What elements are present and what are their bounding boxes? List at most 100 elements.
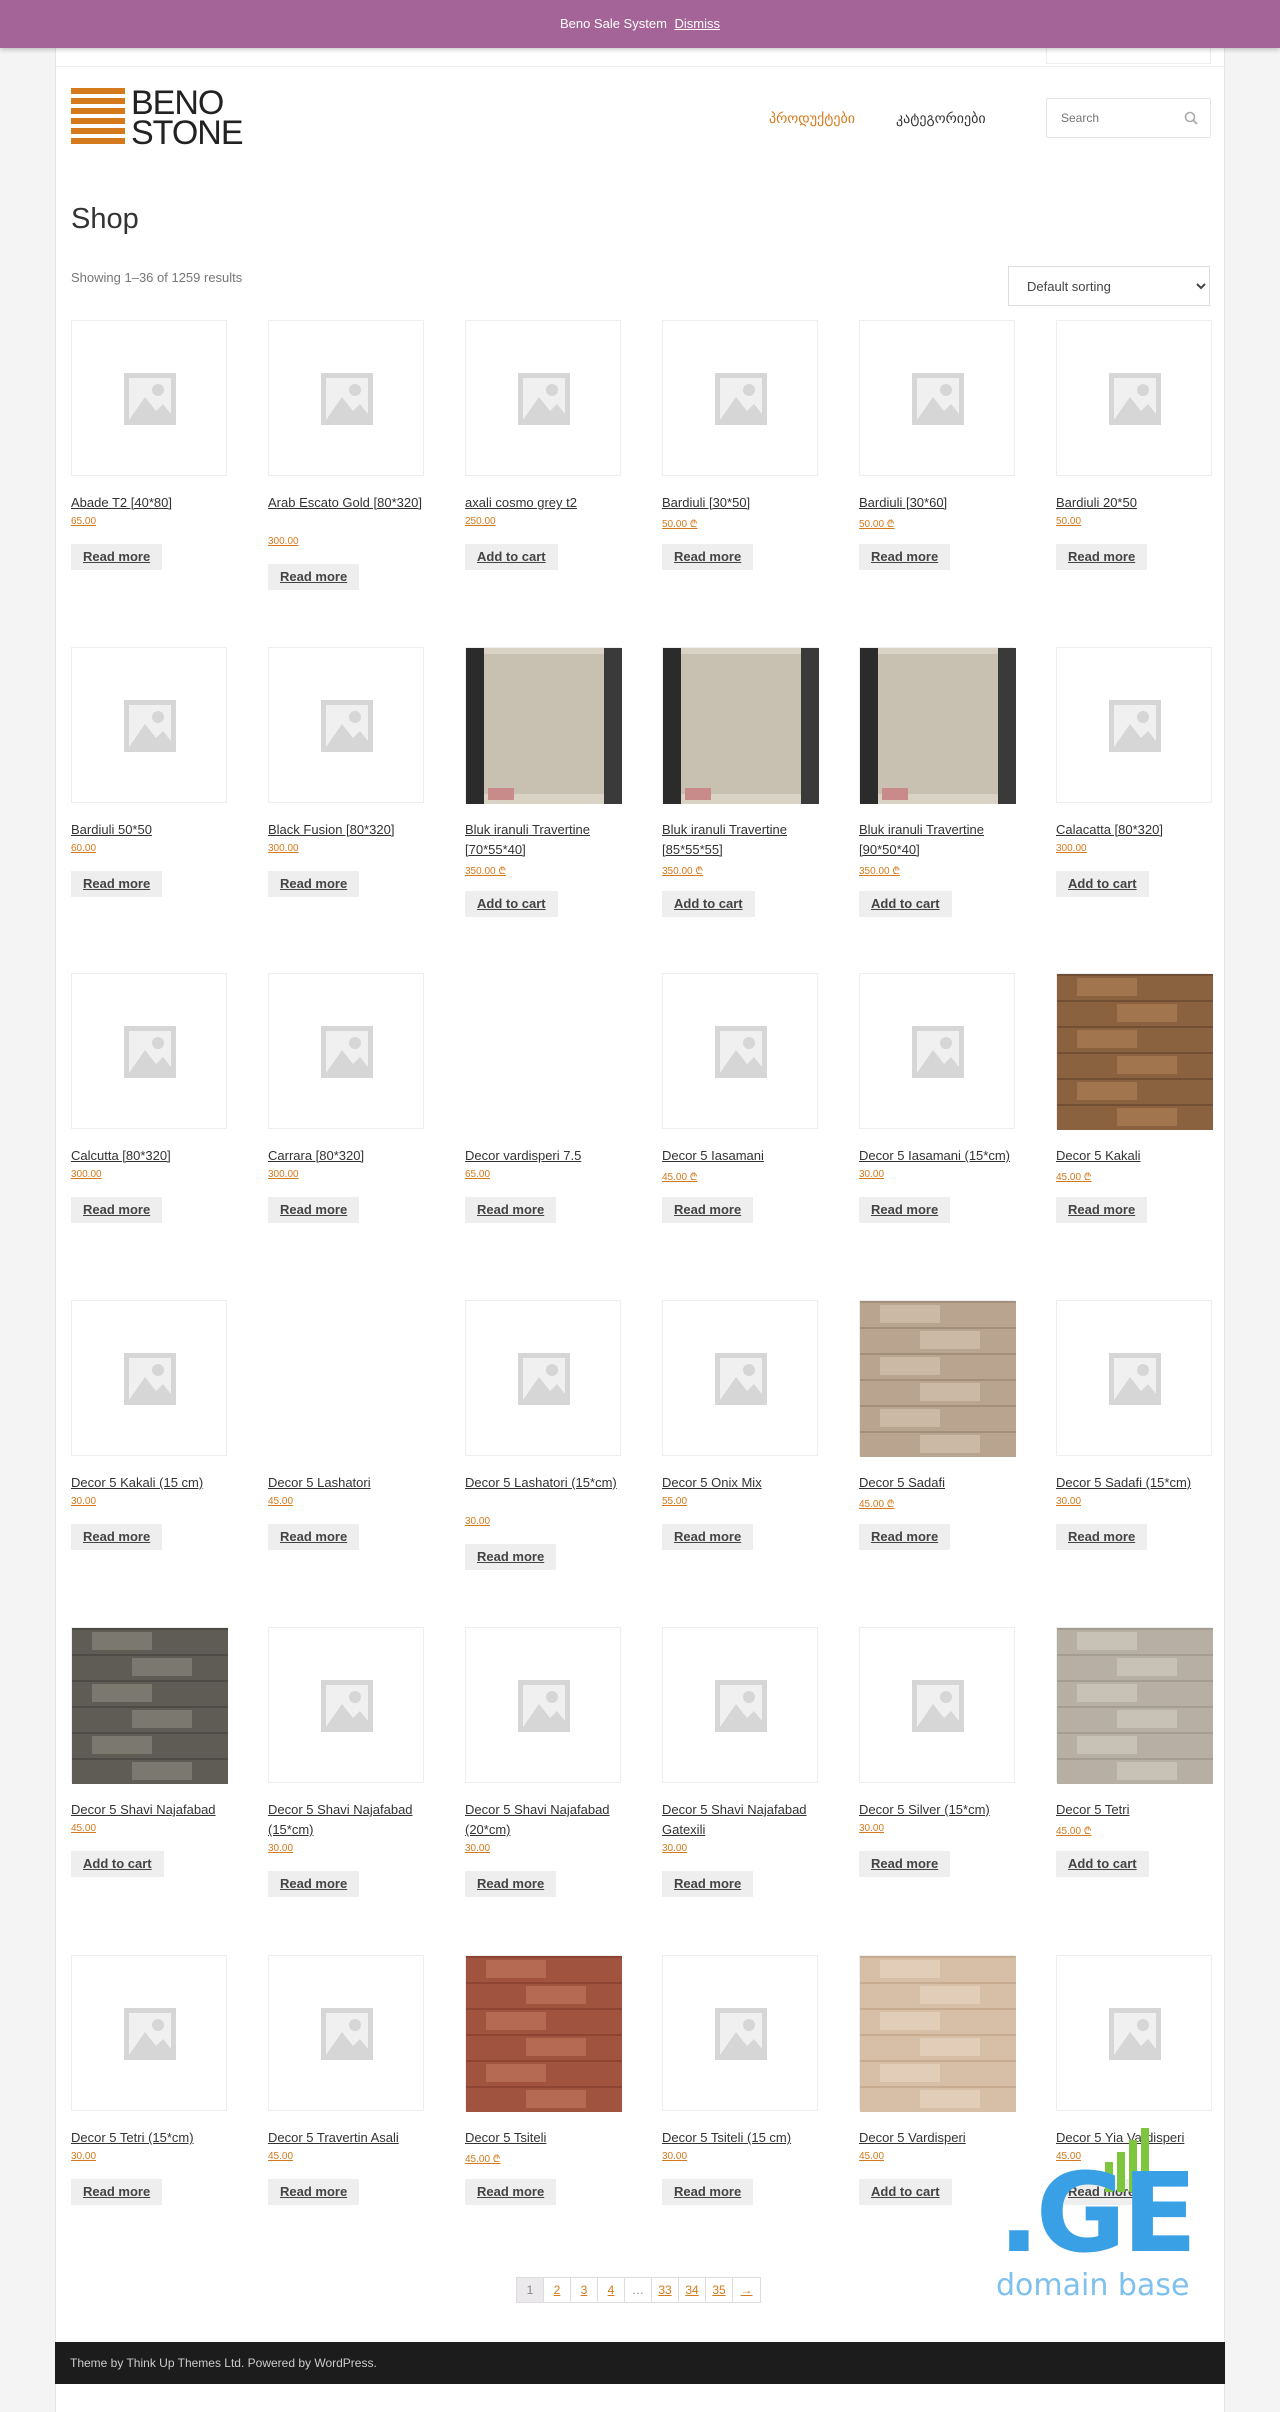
product-title[interactable]: Bluk iranuli Travertine [85*55*55] bbox=[662, 820, 822, 860]
product-image[interactable] bbox=[1056, 973, 1213, 1130]
product-title[interactable]: Decor 5 Silver (15*cm) bbox=[859, 1800, 1019, 1820]
read-more-button[interactable]: Read more bbox=[859, 1851, 951, 1877]
read-more-button[interactable]: Read more bbox=[71, 1524, 163, 1550]
product-placeholder-image[interactable] bbox=[465, 320, 621, 476]
read-more-button[interactable]: Read more bbox=[662, 1197, 754, 1223]
product-placeholder-image[interactable] bbox=[662, 1955, 818, 2111]
product-title[interactable]: Black Fusion [80*320] bbox=[268, 820, 428, 840]
read-more-button[interactable]: Read more bbox=[268, 1197, 360, 1223]
product-placeholder-image[interactable] bbox=[1056, 647, 1212, 803]
product-image[interactable] bbox=[465, 1955, 622, 2112]
nav-item-products[interactable]: პროდუქტები bbox=[769, 110, 855, 127]
product-placeholder-image[interactable] bbox=[859, 320, 1015, 476]
product-title[interactable]: Decor 5 Kakali bbox=[1056, 1146, 1216, 1166]
product-image[interactable] bbox=[662, 647, 819, 804]
product-image[interactable] bbox=[465, 973, 621, 1129]
dismiss-link[interactable]: Dismiss bbox=[675, 16, 721, 31]
product-image[interactable] bbox=[1056, 1627, 1213, 1784]
read-more-button[interactable]: Read more bbox=[465, 1544, 557, 1570]
product-title[interactable]: Bluk iranuli Travertine [90*50*40] bbox=[859, 820, 1019, 860]
read-more-button[interactable]: Read more bbox=[859, 1197, 951, 1223]
add-to-cart-button[interactable]: Add to cart bbox=[859, 891, 952, 917]
product-title[interactable]: Decor 5 Sadafi (15*cm) bbox=[1056, 1473, 1216, 1493]
product-title[interactable]: axali cosmo grey t2 bbox=[465, 493, 625, 513]
page-link[interactable]: 35 bbox=[706, 2278, 733, 2302]
read-more-button[interactable]: Read more bbox=[465, 2179, 557, 2205]
read-more-button[interactable]: Read more bbox=[662, 1524, 754, 1550]
page-link[interactable]: 33 bbox=[652, 2278, 679, 2302]
product-title[interactable]: Bardiuli 50*50 bbox=[71, 820, 231, 840]
product-placeholder-image[interactable] bbox=[71, 1955, 227, 2111]
product-title[interactable]: Bardiuli 20*50 bbox=[1056, 493, 1216, 513]
product-title[interactable]: Calcutta [80*320] bbox=[71, 1146, 231, 1166]
read-more-button[interactable]: Read more bbox=[859, 1524, 951, 1550]
product-image[interactable] bbox=[71, 1627, 228, 1784]
product-placeholder-image[interactable] bbox=[465, 1627, 621, 1783]
product-title[interactable]: Decor 5 Iasamani (15*cm) bbox=[859, 1146, 1019, 1166]
page-link[interactable]: 3 bbox=[571, 2278, 598, 2302]
product-placeholder-image[interactable] bbox=[662, 1300, 818, 1456]
product-image[interactable] bbox=[268, 1300, 424, 1456]
add-to-cart-button[interactable]: Add to cart bbox=[1056, 871, 1149, 897]
nav-item-categories[interactable]: კატეგორიები bbox=[896, 110, 986, 127]
read-more-button[interactable]: Read more bbox=[268, 564, 360, 590]
product-placeholder-image[interactable] bbox=[1056, 320, 1212, 476]
product-placeholder-image[interactable] bbox=[859, 1627, 1015, 1783]
product-placeholder-image[interactable] bbox=[268, 973, 424, 1129]
site-logo[interactable]: BENO STONE bbox=[71, 86, 271, 150]
product-title[interactable]: Bardiuli [30*60] bbox=[859, 493, 1019, 513]
read-more-button[interactable]: Read more bbox=[1056, 1197, 1148, 1223]
read-more-button[interactable]: Read more bbox=[268, 1871, 360, 1897]
page-link[interactable]: 2 bbox=[544, 2278, 571, 2302]
product-title[interactable]: Abade T2 [40*80] bbox=[71, 493, 231, 513]
product-placeholder-image[interactable] bbox=[662, 973, 818, 1129]
product-placeholder-image[interactable] bbox=[1056, 1955, 1212, 2111]
product-placeholder-image[interactable] bbox=[268, 1955, 424, 2111]
product-placeholder-image[interactable] bbox=[268, 647, 424, 803]
read-more-button[interactable]: Read more bbox=[268, 871, 360, 897]
product-title[interactable]: Bardiuli [30*50] bbox=[662, 493, 822, 513]
product-image[interactable] bbox=[859, 1300, 1016, 1457]
page-link[interactable]: 34 bbox=[679, 2278, 706, 2302]
product-placeholder-image[interactable] bbox=[71, 1300, 227, 1456]
product-title[interactable]: Bluk iranuli Travertine [70*55*40] bbox=[465, 820, 625, 860]
add-to-cart-button[interactable]: Add to cart bbox=[662, 891, 755, 917]
page-link[interactable]: 4 bbox=[598, 2278, 625, 2302]
read-more-button[interactable]: Read more bbox=[859, 544, 951, 570]
product-title[interactable]: Decor 5 Shavi Najafabad bbox=[71, 1800, 231, 1820]
product-title[interactable]: Decor 5 Sadafi bbox=[859, 1473, 1019, 1493]
read-more-button[interactable]: Read more bbox=[662, 2179, 754, 2205]
read-more-button[interactable]: Read more bbox=[71, 871, 163, 897]
product-title[interactable]: Decor 5 Tetri (15*cm) bbox=[71, 2128, 231, 2148]
product-title[interactable]: Decor 5 Travertin Asali bbox=[268, 2128, 428, 2148]
read-more-button[interactable]: Read more bbox=[465, 1197, 557, 1223]
product-title[interactable]: Decor 5 Onix Mix bbox=[662, 1473, 822, 1493]
product-title[interactable]: Decor 5 Tsiteli (15 cm) bbox=[662, 2128, 822, 2148]
product-placeholder-image[interactable] bbox=[662, 1627, 818, 1783]
product-placeholder-image[interactable] bbox=[465, 1300, 621, 1456]
product-title[interactable]: Decor 5 Lashatori bbox=[268, 1473, 428, 1493]
add-to-cart-button[interactable]: Add to cart bbox=[465, 544, 558, 570]
search-icon[interactable] bbox=[1184, 111, 1198, 130]
product-image[interactable] bbox=[465, 647, 622, 804]
read-more-button[interactable]: Read more bbox=[268, 2179, 360, 2205]
sorting-select[interactable]: Default sorting bbox=[1008, 266, 1210, 306]
product-title[interactable]: Decor 5 Shavi Najafabad (20*cm) bbox=[465, 1800, 625, 1840]
product-title[interactable]: Decor 5 Shavi Najafabad Gatexili bbox=[662, 1800, 822, 1840]
product-image[interactable] bbox=[859, 647, 1016, 804]
product-title[interactable]: Decor vardisperi 7.5 bbox=[465, 1146, 625, 1166]
product-placeholder-image[interactable] bbox=[859, 973, 1015, 1129]
product-title[interactable]: Decor 5 Tsiteli bbox=[465, 2128, 625, 2148]
product-placeholder-image[interactable] bbox=[1056, 1300, 1212, 1456]
read-more-button[interactable]: Read more bbox=[1056, 1524, 1148, 1550]
product-placeholder-image[interactable] bbox=[662, 320, 818, 476]
product-image[interactable] bbox=[859, 1955, 1016, 2112]
product-placeholder-image[interactable] bbox=[268, 320, 424, 476]
product-placeholder-image[interactable] bbox=[71, 320, 227, 476]
product-title[interactable]: Arab Escato Gold [80*320] bbox=[268, 493, 428, 513]
read-more-button[interactable]: Read more bbox=[662, 544, 754, 570]
product-title[interactable]: Decor 5 Tetri bbox=[1056, 1800, 1216, 1820]
product-title[interactable]: Carrara [80*320] bbox=[268, 1146, 428, 1166]
read-more-button[interactable]: Read more bbox=[71, 1197, 163, 1223]
read-more-button[interactable]: Read more bbox=[268, 1524, 360, 1550]
